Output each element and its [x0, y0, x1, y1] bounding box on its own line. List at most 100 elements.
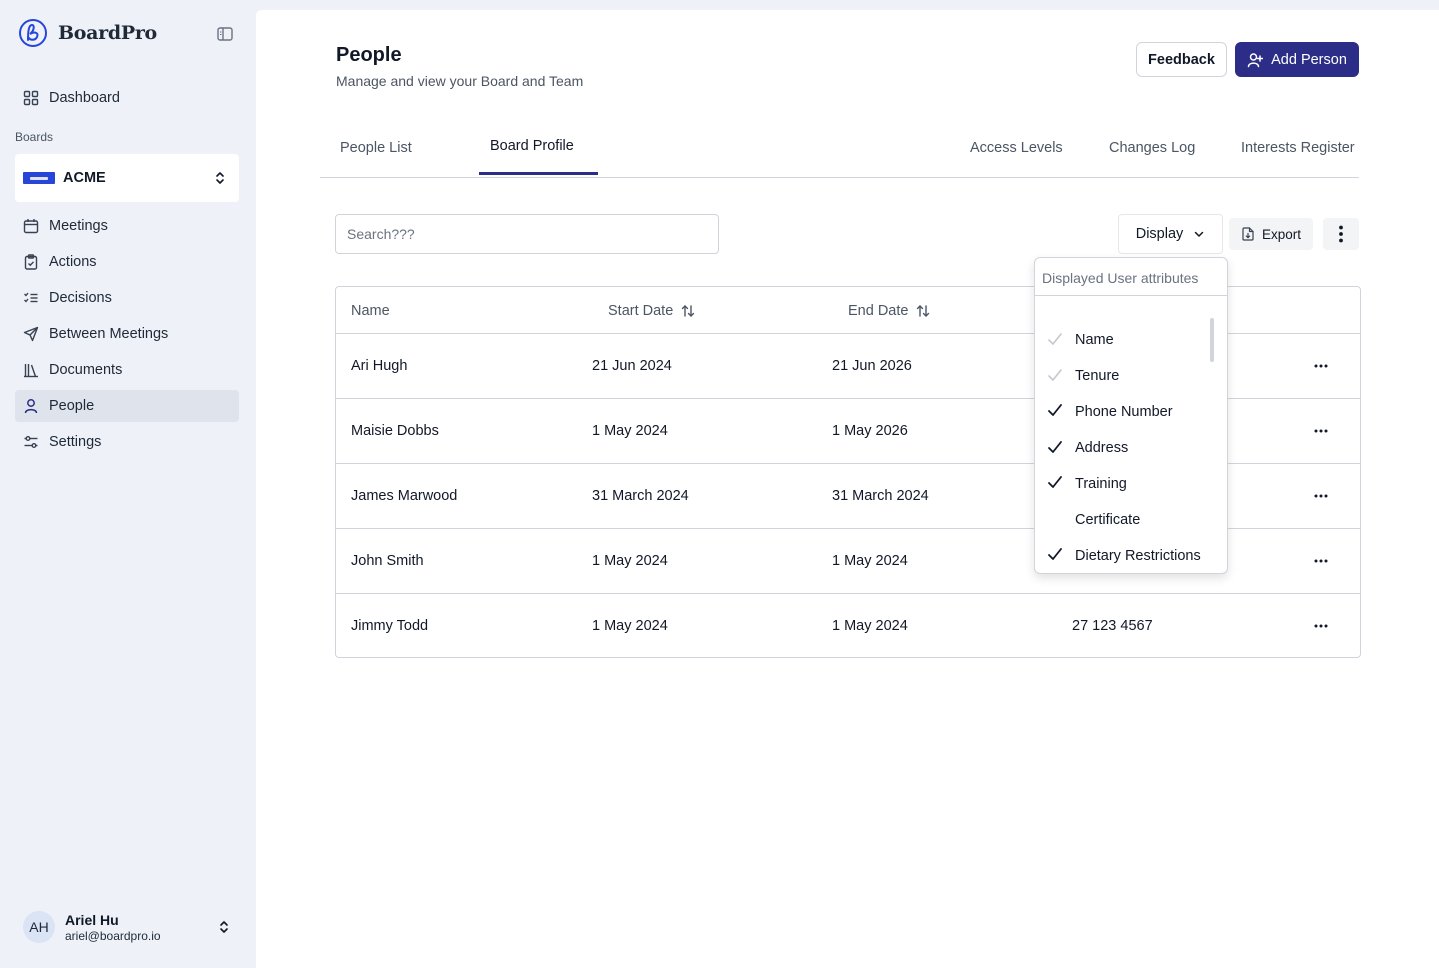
attribute-option-name[interactable]: Name: [1035, 322, 1213, 358]
tab-board-profile[interactable]: Board Profile: [490, 138, 574, 154]
sidebar-item-settings[interactable]: Settings: [15, 426, 239, 458]
sidebar-item-decisions[interactable]: Decisions: [15, 282, 239, 314]
sidebar-item-label: Actions: [49, 254, 97, 270]
attribute-option-tenure[interactable]: Tenure: [1035, 358, 1213, 394]
file-download-icon: [1242, 227, 1254, 241]
tab-changes-log[interactable]: Changes Log: [1109, 140, 1195, 156]
attribute-label: Address: [1075, 440, 1129, 456]
sidebar-item-label: Documents: [49, 362, 123, 378]
row-actions-button[interactable]: [1312, 488, 1330, 504]
send-icon: [23, 326, 39, 342]
sort-icon[interactable]: [916, 304, 930, 318]
cell-start-date: 21 Jun 2024: [592, 358, 672, 374]
cell-name: Maisie Dobbs: [351, 423, 439, 439]
attribute-label: Training: [1075, 476, 1127, 492]
row-actions-button[interactable]: [1312, 618, 1330, 634]
boardpro-logo-icon: [19, 19, 47, 47]
row-actions-button[interactable]: [1312, 423, 1330, 439]
cell-end-date: 31 March 2024: [832, 488, 929, 504]
chevron-up-down-icon: [216, 172, 224, 184]
boards-section-label: Boards: [15, 130, 54, 144]
row-actions-button[interactable]: [1312, 358, 1330, 374]
tab-interests-register[interactable]: Interests Register: [1241, 140, 1355, 156]
export-button[interactable]: Export: [1229, 218, 1313, 250]
sidebar-item-label: Between Meetings: [49, 326, 169, 342]
check-icon: [1048, 548, 1062, 560]
sidebar: BoardPro Dashboard Boards ACME Meetings: [0, 0, 255, 968]
sidebar-collapse-icon[interactable]: [216, 26, 234, 42]
horizontal-dots-icon: [1314, 494, 1328, 498]
column-header-end-date[interactable]: End Date: [848, 303, 930, 319]
tab-bar: People List Board Profile Access Levels …: [320, 110, 1359, 178]
cell-end-date: 1 May 2026: [832, 423, 908, 439]
user-email: ariel@boardpro.io: [65, 928, 161, 943]
cell-name: James Marwood: [351, 488, 458, 504]
display-attributes-menu: Displayed User attributes Name Tenure Ph…: [1034, 257, 1228, 574]
cell-start-date: 31 March 2024: [592, 488, 689, 504]
user-name: Ariel Hu: [65, 911, 119, 928]
column-header-name[interactable]: Name: [351, 303, 390, 319]
column-header-start-date[interactable]: Start Date: [608, 303, 695, 319]
main-content: People Manage and view your Board and Te…: [256, 10, 1439, 968]
cell-end-date: 1 May 2024: [832, 553, 908, 569]
check-icon: [1048, 404, 1062, 416]
checklist-icon: [24, 292, 38, 303]
page-subtitle: Manage and view your Board and Team: [336, 73, 584, 89]
tab-people-list[interactable]: People List: [340, 140, 412, 156]
attribute-label: Tenure: [1075, 368, 1120, 384]
attribute-option-dietary-restrictions[interactable]: Dietary Restrictions: [1035, 538, 1213, 574]
check-icon: [1048, 476, 1062, 488]
chevron-up-down-icon: [220, 921, 228, 933]
vertical-dots-icon: [1339, 225, 1343, 243]
check-icon: [1048, 441, 1062, 453]
attribute-label: Dietary Restrictions: [1075, 548, 1201, 564]
avatar: AH: [23, 911, 55, 943]
board-logo: [23, 172, 55, 184]
check-icon: [1048, 333, 1062, 345]
active-tab-indicator: [479, 172, 598, 175]
sidebar-item-label: Settings: [49, 434, 102, 450]
cell-name: Jimmy Todd: [351, 618, 429, 634]
clipboard-check-icon: [24, 254, 38, 270]
sliders-icon: [24, 436, 38, 448]
attribute-option-phone-number[interactable]: Phone Number: [1035, 394, 1213, 430]
horizontal-dots-icon: [1314, 624, 1328, 628]
add-person-button[interactable]: Add Person: [1235, 42, 1359, 77]
sidebar-item-meetings[interactable]: Meetings: [15, 210, 239, 242]
sidebar-item-between-meetings[interactable]: Between Meetings: [15, 318, 239, 350]
display-button[interactable]: Display: [1118, 214, 1223, 254]
chevron-down-icon: [1195, 231, 1204, 237]
add-person-label: Add Person: [1271, 51, 1347, 68]
more-options-button[interactable]: [1323, 218, 1359, 250]
board-selector[interactable]: ACME: [15, 154, 239, 202]
sidebar-item-dashboard[interactable]: Dashboard: [15, 82, 239, 114]
cell-end-date: 1 May 2024: [832, 618, 908, 634]
sidebar-item-actions[interactable]: Actions: [15, 246, 239, 278]
user-icon: [24, 399, 38, 414]
attribute-label: Certificate: [1075, 512, 1141, 528]
export-label: Export: [1261, 226, 1302, 242]
table-row[interactable]: Jimmy Todd 1 May 2024 1 May 2024 27 123 …: [336, 594, 1360, 657]
row-actions-button[interactable]: [1312, 553, 1330, 569]
sidebar-item-people[interactable]: People: [15, 390, 239, 422]
user-account-menu[interactable]: AH Ariel Hu ariel@boardpro.io: [15, 906, 239, 948]
tab-access-levels[interactable]: Access Levels: [970, 140, 1063, 156]
attribute-option-address[interactable]: Address: [1035, 430, 1213, 466]
cell-start-date: 1 May 2024: [592, 423, 668, 439]
attribute-label: Phone Number: [1075, 404, 1173, 420]
search-input[interactable]: [335, 214, 719, 254]
feedback-button[interactable]: Feedback: [1136, 42, 1227, 77]
calendar-icon: [23, 219, 39, 234]
horizontal-dots-icon: [1314, 364, 1328, 368]
attribute-option-training[interactable]: Training: [1035, 466, 1213, 502]
brand[interactable]: BoardPro: [18, 18, 157, 48]
sidebar-item-documents[interactable]: Documents: [15, 354, 239, 386]
brand-name: BoardPro: [58, 22, 157, 44]
horizontal-dots-icon: [1314, 559, 1328, 563]
horizontal-dots-icon: [1314, 429, 1328, 433]
cell-name: John Smith: [351, 553, 424, 569]
sort-icon[interactable]: [681, 304, 695, 318]
display-label: Display: [1135, 226, 1184, 242]
attribute-label: Name: [1075, 332, 1114, 348]
attribute-option-certificate[interactable]: Certificate: [1035, 502, 1213, 538]
